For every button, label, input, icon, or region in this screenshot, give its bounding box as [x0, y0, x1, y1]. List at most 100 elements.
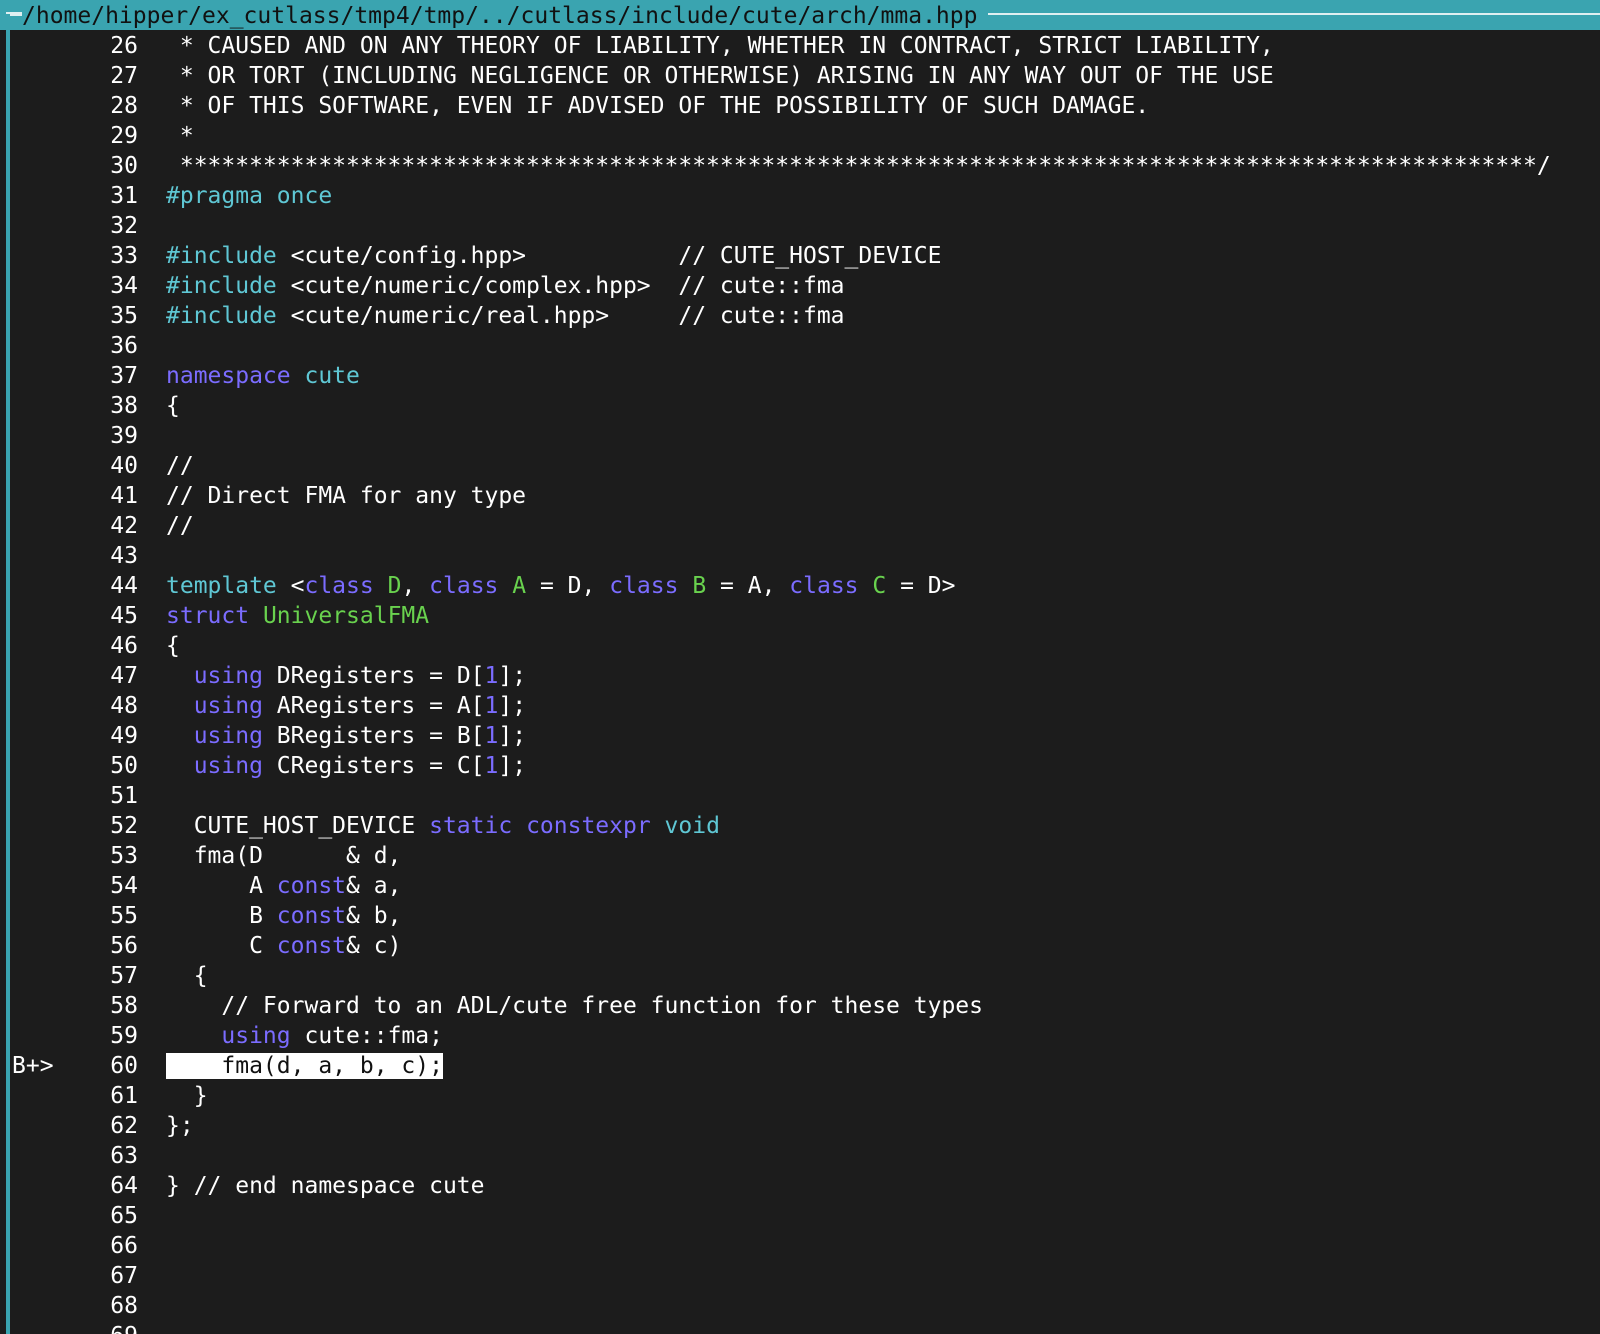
source-line[interactable]: 42 //: [0, 511, 1600, 541]
line-number: 44: [110, 573, 138, 599]
line-number: 67: [110, 1263, 138, 1289]
line-number: 37: [110, 363, 138, 389]
source-line[interactable]: 69: [0, 1321, 1600, 1334]
code-token: #include: [166, 303, 277, 329]
source-line[interactable]: 29 *: [0, 121, 1600, 151]
code-token: UniversalFMA: [262, 603, 430, 629]
source-line[interactable]: 65: [0, 1201, 1600, 1231]
source-line[interactable]: 37 namespace cute: [0, 361, 1600, 391]
line-code: #include <cute/config.hpp> // CUTE_HOST_…: [166, 241, 941, 271]
line-number: 46: [110, 633, 138, 659]
source-line[interactable]: 56 C const& c): [0, 931, 1600, 961]
source-line[interactable]: 45 struct UniversalFMA: [0, 601, 1600, 631]
code-token: = D>: [886, 573, 956, 599]
line-number: 28: [110, 93, 138, 119]
source-line[interactable]: 32: [0, 211, 1600, 241]
source-line[interactable]: 43: [0, 541, 1600, 571]
source-line[interactable]: 48 using ARegisters = A[1];: [0, 691, 1600, 721]
source-line[interactable]: 66: [0, 1231, 1600, 1261]
line-number: 63: [110, 1143, 138, 1169]
source-line[interactable]: 62};: [0, 1111, 1600, 1141]
line-number: 31: [110, 183, 138, 209]
code-token: //: [166, 513, 194, 539]
source-line[interactable]: 36: [0, 331, 1600, 361]
line-code: using BRegisters = B[1];: [166, 721, 526, 751]
source-line[interactable]: 50 using CRegisters = C[1];: [0, 751, 1600, 781]
source-line[interactable]: 38 {: [0, 391, 1600, 421]
source-line[interactable]: 39: [0, 421, 1600, 451]
source-line[interactable]: 34 #include <cute/numeric/complex.hpp> //…: [0, 271, 1600, 301]
line-code: //: [166, 451, 194, 481]
code-token: {: [166, 633, 180, 659]
code-token: ****************************************…: [166, 153, 1551, 179]
source-line[interactable]: 40 //: [0, 451, 1600, 481]
source-line[interactable]: 30 *************************************…: [0, 151, 1600, 181]
source-code-area[interactable]: 26 * CAUSED AND ON ANY THEORY OF LIABILI…: [0, 31, 1600, 1334]
source-line[interactable]: 49 using BRegisters = B[1];: [0, 721, 1600, 751]
source-line[interactable]: 28 * OF THIS SOFTWARE, EVEN IF ADVISED O…: [0, 91, 1600, 121]
source-line[interactable]: 68: [0, 1291, 1600, 1321]
source-line[interactable]: 27 * OR TORT (INCLUDING NEGLIGENCE OR OT…: [0, 61, 1600, 91]
source-line[interactable]: 55 B const& b,: [0, 901, 1600, 931]
source-line[interactable]: 58 // Forward to an ADL/cute free functi…: [0, 991, 1600, 1021]
window-border-top-line: [988, 13, 1600, 15]
source-line[interactable]: 33 #include <cute/config.hpp> // CUTE_HOS…: [0, 241, 1600, 271]
source-line[interactable]: 64} // end namespace cute: [0, 1171, 1600, 1201]
source-line[interactable]: 67: [0, 1261, 1600, 1291]
code-token: #pragma once: [166, 183, 333, 209]
source-line[interactable]: 57 {: [0, 961, 1600, 991]
source-line[interactable]: 44 template <class D, class A = D, class …: [0, 571, 1600, 601]
code-token: class: [429, 573, 499, 599]
code-token: 1: [484, 693, 499, 719]
line-number: 26: [110, 33, 138, 59]
code-token: ,: [401, 573, 430, 599]
line-code: struct UniversalFMA: [166, 601, 429, 631]
line-number: 32: [110, 213, 138, 239]
code-token: ];: [498, 693, 527, 719]
line-number: 42: [110, 513, 138, 539]
source-line[interactable]: 63: [0, 1141, 1600, 1171]
code-token: = D,: [526, 573, 610, 599]
line-number: 61: [110, 1083, 138, 1109]
code-token: C: [872, 573, 887, 599]
code-token: <: [276, 573, 305, 599]
line-number: 54: [110, 873, 138, 899]
line-number: 55: [110, 903, 138, 929]
code-token: B: [692, 573, 707, 599]
code-token: {: [166, 393, 180, 419]
current-line-highlight: fma(d, a, b, c);: [166, 1053, 443, 1079]
code-token: 1: [484, 753, 499, 779]
source-line[interactable]: 35 #include <cute/numeric/real.hpp> // cu…: [0, 301, 1600, 331]
line-number: 45: [110, 603, 138, 629]
code-token: DRegisters = D[: [262, 663, 485, 689]
code-token: CRegisters = C[: [262, 753, 485, 779]
line-number: 68: [110, 1293, 138, 1319]
breakpoint-marker: B+>: [12, 1053, 54, 1079]
line-code: namespace cute: [166, 361, 360, 391]
line-number: 60: [110, 1053, 138, 1079]
source-line[interactable]: 47 using DRegisters = D[1];: [0, 661, 1600, 691]
source-line[interactable]: 31 #pragma once: [0, 181, 1600, 211]
source-line[interactable]: 46 {: [0, 631, 1600, 661]
line-number: 48: [110, 693, 138, 719]
code-token: <cute/numeric/complex.hpp> // cute::fma: [276, 273, 845, 299]
source-line[interactable]: B+> 60 fma(d, a, b, c);: [0, 1051, 1600, 1081]
line-code: A const& a,: [166, 871, 401, 901]
source-line[interactable]: 61 }: [0, 1081, 1600, 1111]
gdb-tui-source-window[interactable]: /home/hipper/ex_cutlass/tmp4/tmp/../cutl…: [0, 0, 1600, 1334]
source-line[interactable]: 41 // Direct FMA for any type: [0, 481, 1600, 511]
source-line[interactable]: 52 CUTE_HOST_DEVICE static constexpr voi…: [0, 811, 1600, 841]
source-line[interactable]: 59 using cute::fma;: [0, 1021, 1600, 1051]
code-token: } // end namespace cute: [166, 1173, 485, 1199]
source-line[interactable]: 54 A const& a,: [0, 871, 1600, 901]
source-line[interactable]: 53 fma(D & d,: [0, 841, 1600, 871]
code-token: static: [429, 813, 513, 839]
source-line[interactable]: 26 * CAUSED AND ON ANY THEORY OF LIABILI…: [0, 31, 1600, 61]
line-code: #pragma once: [166, 181, 332, 211]
code-token: 1: [484, 663, 499, 689]
code-token: cute: [304, 363, 360, 389]
source-line[interactable]: 51: [0, 781, 1600, 811]
line-number: 30: [110, 153, 138, 179]
